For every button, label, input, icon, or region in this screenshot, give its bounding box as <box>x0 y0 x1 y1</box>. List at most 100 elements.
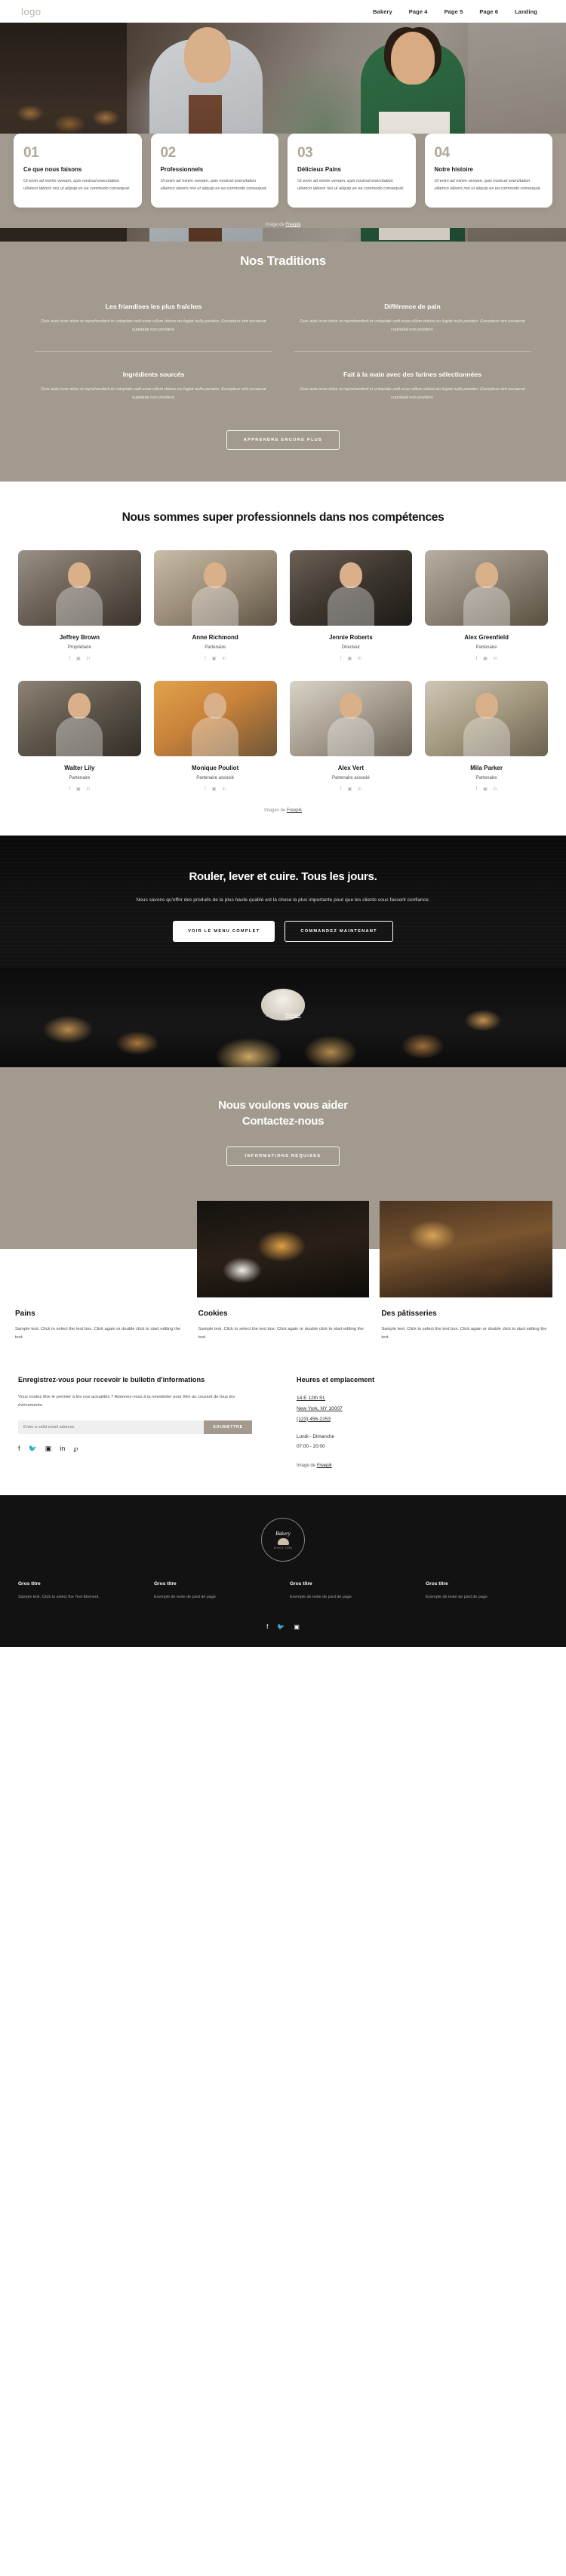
product-description: Sample text. Click to select the text bo… <box>381 1327 547 1340</box>
team-images-credit: Images de Freepik <box>0 792 566 813</box>
address-line-1[interactable]: 14 E 12th St, <box>297 1393 548 1404</box>
footer-column-heading: Gros titre <box>426 1581 448 1587</box>
view-menu-button[interactable]: VOIR LE MENU COMPLET <box>173 920 275 942</box>
address-line-2[interactable]: New York, NY 10007 <box>297 1404 548 1414</box>
tradition-text: Duis aute irure dolor in reprehenderit i… <box>300 319 525 333</box>
linkedin-icon[interactable]: in <box>222 787 226 792</box>
team-credit-link[interactable]: Freepik <box>287 808 302 813</box>
nav-item-page-5[interactable]: Page 5 <box>444 8 463 15</box>
feature-card-title: Délicieux Pains <box>297 166 341 173</box>
cta-image-credit: Image de Freepik <box>0 1014 566 1018</box>
tradition-text: Duis aute irure dolor in reprehenderit i… <box>41 387 266 400</box>
team-member-role: Partenaire <box>475 776 497 781</box>
order-now-button[interactable]: COMMANDEZ MAINTENANT <box>285 920 393 942</box>
nav-item-page-4[interactable]: Page 4 <box>409 8 428 15</box>
learn-more-button[interactable]: APPRENDRE ENCORE PLUS <box>226 430 340 451</box>
product-card[interactable]: Cookies Sample text. Click to select the… <box>196 1201 370 1343</box>
site-logo[interactable]: logo <box>21 6 42 17</box>
location-credit-prefix: Image de <box>297 1463 317 1469</box>
required-info-button[interactable]: INFORMATIONS REQUISES <box>226 1146 340 1167</box>
tradition-item: Les friandises les plus fraîches Duis au… <box>35 291 272 351</box>
feature-card-desc: Ut enim ad minim veniam, quis nostrud ex… <box>297 179 405 191</box>
pinterest-icon[interactable]: ℘ <box>73 1445 78 1452</box>
footer-column: Gros titre Sample text. Click to select … <box>18 1581 140 1601</box>
product-card[interactable]: Des pâtisseries Sample text. Click to se… <box>380 1201 552 1343</box>
contact-title: Nous voulons vous aider Contactez-nous <box>0 1097 566 1131</box>
linkedin-icon[interactable]: in <box>494 657 497 661</box>
location-column: Heures et emplacement 14 E 12th St, New … <box>297 1374 548 1469</box>
instagram-icon[interactable]: ▣ <box>76 787 81 792</box>
phone-number[interactable]: (123) 456-2253 <box>297 1414 548 1425</box>
facebook-icon[interactable]: f <box>69 787 70 792</box>
facebook-icon[interactable]: f <box>205 657 206 661</box>
linkedin-icon[interactable]: in <box>494 787 497 792</box>
linkedin-icon[interactable]: in <box>87 787 91 792</box>
nav-item-page-6[interactable]: Page 6 <box>479 8 498 15</box>
team-member-role: Directeur <box>341 645 361 651</box>
team-member-role: Propriétaire <box>67 645 91 651</box>
team-member-photo <box>18 681 141 757</box>
twitter-icon[interactable]: 🐦 <box>29 1445 37 1452</box>
hero-credit-prefix: Image de <box>265 223 286 227</box>
facebook-icon[interactable]: f <box>340 787 342 792</box>
footer-column: Gros titre Exemple de texte de pied de p… <box>426 1581 548 1601</box>
contact-section: Nous voulons vous aider Contactez-nous I… <box>0 1066 566 1202</box>
cta-credit-link[interactable]: Freepik <box>285 1014 300 1018</box>
instagram-icon[interactable]: ▣ <box>483 787 488 792</box>
facebook-icon[interactable]: f <box>205 787 206 792</box>
instagram-icon[interactable]: ▣ <box>76 657 81 661</box>
feature-card[interactable]: 04 Notre histoire Ut enim ad minim venia… <box>424 134 552 208</box>
instagram-icon[interactable]: ▣ <box>483 657 488 661</box>
team-member-photo <box>153 550 277 626</box>
location-credit-link[interactable]: Freepik <box>317 1463 332 1468</box>
instagram-icon[interactable]: ▣ <box>212 657 217 661</box>
linkedin-icon[interactable]: in <box>358 787 361 792</box>
team-member-name: Walter Lily <box>64 765 95 772</box>
twitter-icon[interactable]: 🐦 <box>277 1623 285 1630</box>
footer-socials: f 🐦 ▣ <box>18 1620 548 1630</box>
team-member-socials: f ▣ in <box>154 787 277 792</box>
linkedin-icon[interactable]: in <box>358 657 361 661</box>
newsletter-socials: f 🐦 ▣ in ℘ <box>18 1445 269 1452</box>
team-member-socials: f ▣ in <box>290 657 413 661</box>
instagram-icon[interactable]: ▣ <box>45 1445 52 1452</box>
team-member-name: Alex Greenfield <box>464 634 509 642</box>
newsletter-email-input[interactable] <box>18 1420 205 1435</box>
instagram-icon[interactable]: ▣ <box>348 657 352 661</box>
facebook-icon[interactable]: f <box>18 1445 20 1452</box>
cta-section: Rouler, lever et cuire. Tous les jours. … <box>0 836 566 1067</box>
cta-credit-prefix: Image de <box>265 1014 286 1019</box>
footer-columns: Gros titre Sample text. Click to select … <box>18 1581 548 1619</box>
feature-card[interactable]: 01 Ce que nous faisons Ut enim ad minim … <box>14 134 142 208</box>
team-member-role: Partenaire <box>69 776 91 781</box>
footer-brand-badge[interactable]: Bakery SINCE 1985 <box>261 1518 305 1562</box>
feature-card[interactable]: 02 Professionnels Ut enim ad minim venia… <box>150 134 278 208</box>
hero-credit-link[interactable]: Freepik <box>285 223 300 227</box>
linkedin-icon[interactable]: in <box>222 657 226 661</box>
linkedin-icon[interactable]: in <box>87 657 91 661</box>
instagram-icon[interactable]: ▣ <box>212 787 217 792</box>
nav-item-landing[interactable]: Landing <box>515 8 537 15</box>
tradition-item: Fait à la main avec des farines sélectio… <box>294 350 531 419</box>
facebook-icon[interactable]: f <box>69 657 70 661</box>
linkedin-icon[interactable]: in <box>60 1445 65 1452</box>
facebook-icon[interactable]: f <box>476 657 478 661</box>
newsletter-text: Vous voulez être le premier à lire nos a… <box>18 1394 235 1408</box>
contact-title-line1: Nous voulons vous aider <box>218 1098 348 1112</box>
footer-brand-name: Bakery <box>275 1530 291 1537</box>
facebook-icon[interactable]: f <box>266 1623 268 1630</box>
feature-card[interactable]: 03 Délicieux Pains Ut enim ad minim veni… <box>288 134 416 208</box>
feature-card-desc: Ut enim ad minim veniam, quis nostrud ex… <box>160 179 267 191</box>
instagram-icon[interactable]: ▣ <box>294 1623 300 1630</box>
product-card[interactable]: Pains Sample text. Click to select the t… <box>14 1201 186 1343</box>
facebook-icon[interactable]: f <box>476 787 478 792</box>
team-member-photo <box>18 550 141 626</box>
feature-card-title: Ce que nous faisons <box>23 166 82 173</box>
team-member: Walter Lily Partenaire f ▣ in <box>18 681 141 792</box>
team-title: Nous sommes super professionnels dans no… <box>122 511 444 525</box>
newsletter-submit-button[interactable]: SOUMETTRE <box>204 1420 252 1435</box>
products-section: Pains Sample text. Click to select the t… <box>0 1201 566 1343</box>
facebook-icon[interactable]: f <box>340 657 342 661</box>
instagram-icon[interactable]: ▣ <box>348 787 352 792</box>
nav-item-bakery[interactable]: Bakery <box>373 8 392 15</box>
